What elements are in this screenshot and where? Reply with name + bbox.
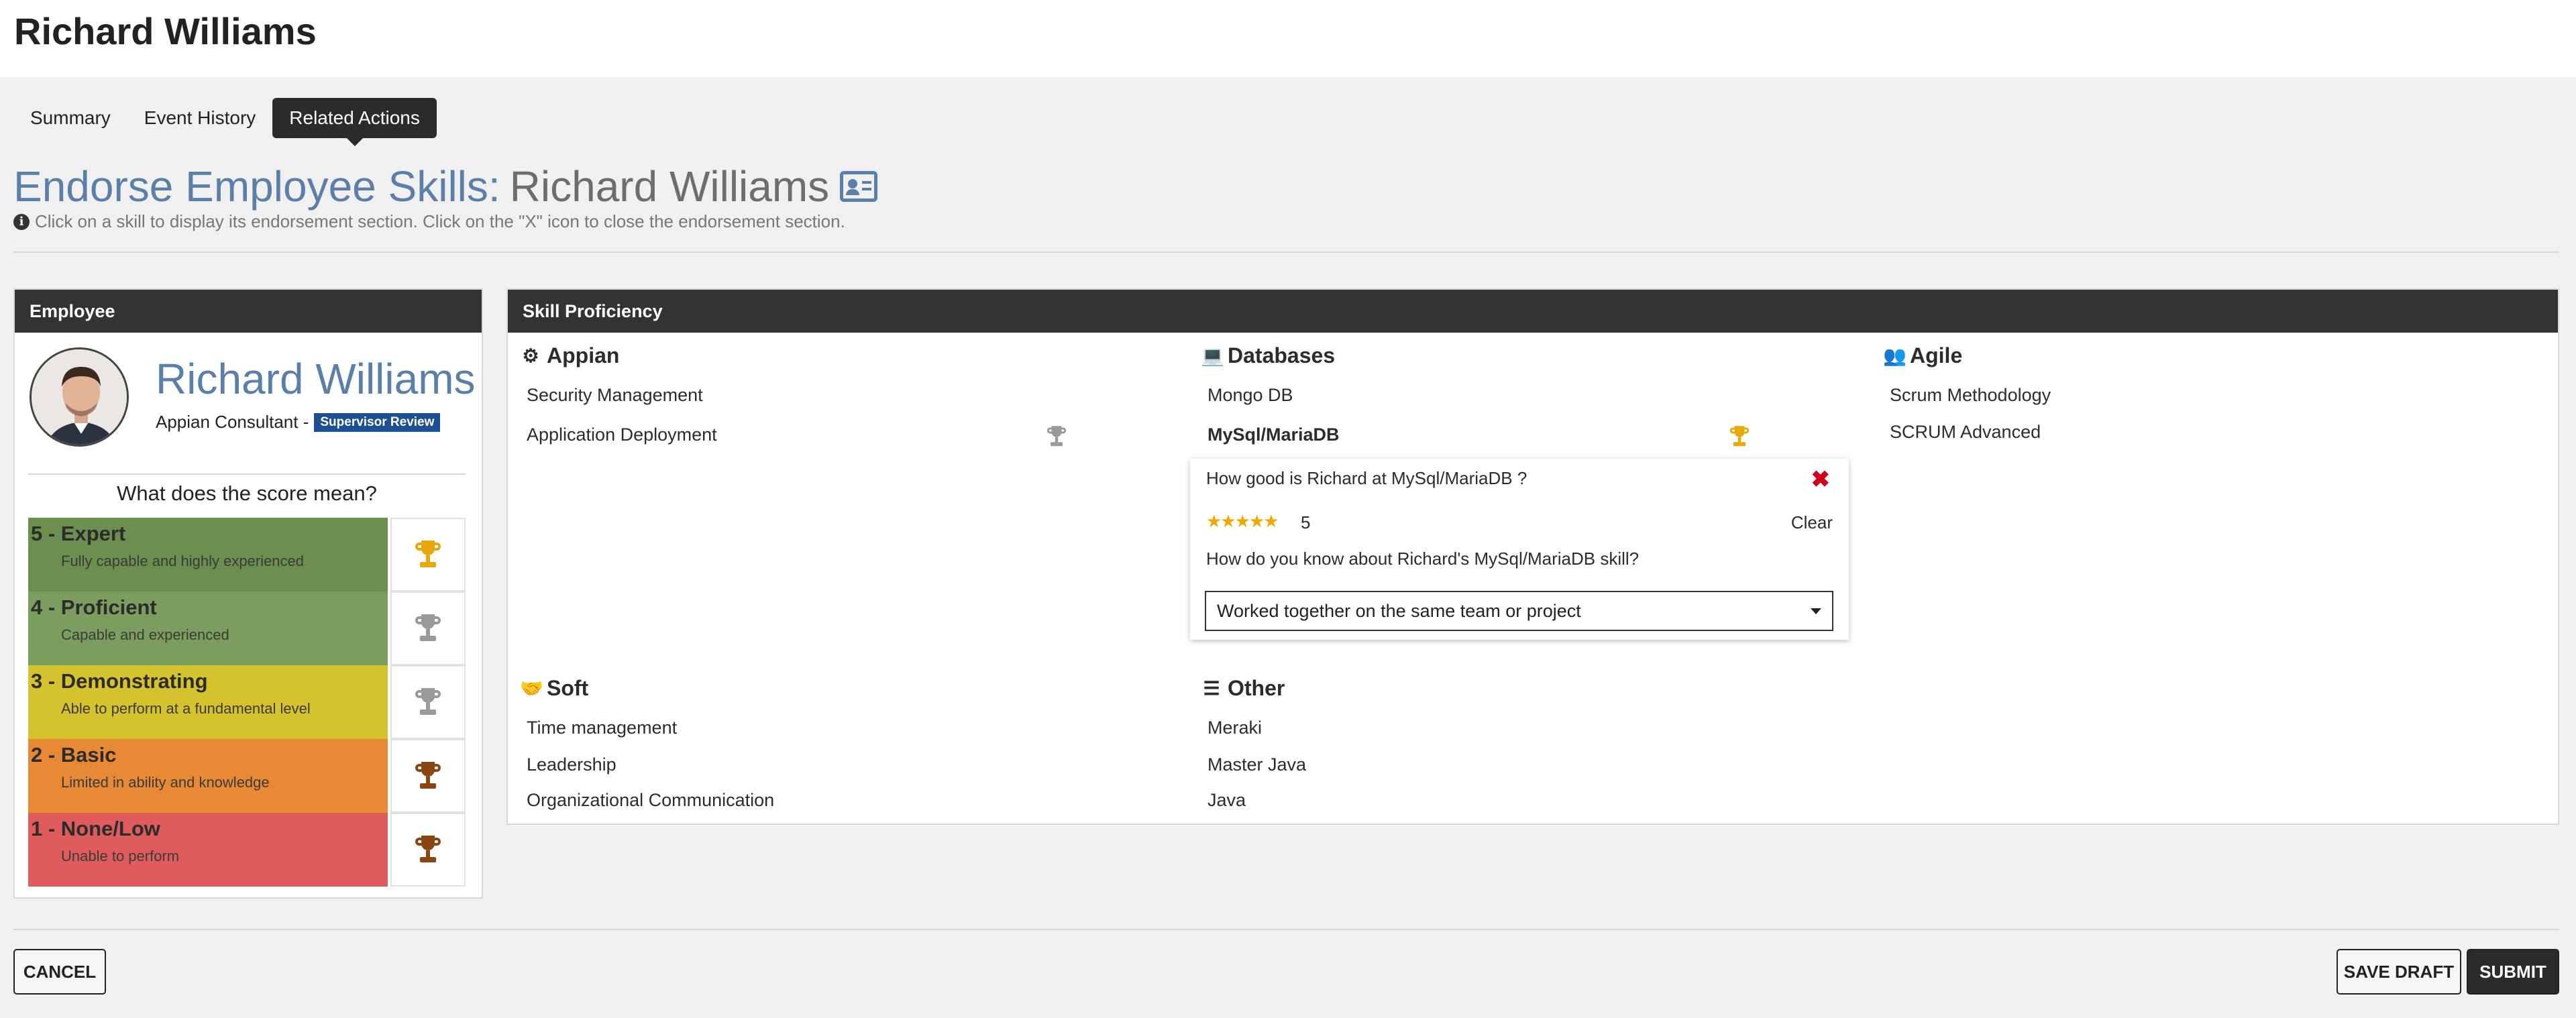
- level-row: 2 - Basic Limited in ability and knowled…: [28, 739, 466, 813]
- skill-mongo-db[interactable]: Mongo DB: [1208, 385, 1293, 406]
- page-title: Richard Williams: [14, 10, 317, 52]
- level-label: 5 - Expert Fully capable and highly expe…: [28, 518, 388, 591]
- skill-application-deployment[interactable]: Application Deployment: [527, 425, 717, 445]
- level-row: 5 - Expert Fully capable and highly expe…: [28, 518, 466, 591]
- employee-name: Richard Williams: [156, 355, 476, 403]
- trophy-icon: [415, 688, 441, 716]
- category-other: ☰ Other: [1201, 676, 1285, 701]
- trophy-icon: [415, 614, 441, 642]
- level-label: 2 - Basic Limited in ability and knowled…: [28, 739, 388, 813]
- level-title: 5 - Expert: [31, 522, 126, 545]
- info-icon: i: [13, 213, 30, 230]
- page-heading: Endorse Employee Skills: Richard William…: [13, 161, 878, 212]
- level-label: 1 - None/Low Unable to perform: [28, 813, 388, 887]
- relationship-dropdown[interactable]: Worked together on the same team or proj…: [1205, 591, 1833, 631]
- category-title: Appian: [547, 343, 620, 367]
- category-title: Other: [1228, 676, 1285, 700]
- tab-summary[interactable]: Summary: [13, 98, 127, 138]
- relationship-question: How do you know about Richard's MySql/Ma…: [1206, 549, 1640, 569]
- heading-name: Richard Williams: [509, 162, 830, 211]
- level-trophy: [390, 665, 466, 739]
- category-databases: 💻 Databases: [1201, 343, 1335, 368]
- category-title: Soft: [547, 676, 589, 700]
- level-trophy: [390, 518, 466, 591]
- skill-security-management[interactable]: Security Management: [527, 385, 703, 406]
- trophy-icon: [1043, 422, 1070, 451]
- category-title: Agile: [1910, 343, 1963, 367]
- category-agile: 👥 Agile: [1883, 343, 1962, 368]
- close-icon[interactable]: ✖: [1811, 468, 1831, 491]
- trophy-icon: [415, 762, 441, 790]
- level-label: 3 - Demonstrating Able to perform at a f…: [28, 665, 388, 739]
- footer-divider: [13, 929, 2559, 930]
- tab-event-history[interactable]: Event History: [127, 98, 273, 138]
- handshake-icon: 🤝: [520, 678, 543, 699]
- relationship-selected: Worked together on the same team or proj…: [1217, 601, 1581, 621]
- trophy-icon: [1726, 422, 1753, 451]
- category-appian: ⚙ Appian: [520, 343, 619, 368]
- cancel-button[interactable]: Cancel: [13, 949, 106, 995]
- submit-button[interactable]: Submit: [2467, 949, 2559, 995]
- heading-accent: Endorse Employee Skills:: [13, 162, 500, 211]
- level-title: 1 - None/Low: [31, 817, 160, 840]
- level-label: 4 - Proficient Capable and experienced: [28, 591, 388, 665]
- id-card-icon: [840, 171, 878, 202]
- score-meaning-title: What does the score mean?: [28, 473, 466, 506]
- level-desc: Unable to perform: [61, 848, 180, 864]
- skill-java[interactable]: Java: [1208, 790, 1246, 811]
- laptop-icon: 💻: [1201, 345, 1224, 366]
- record-tabs: Summary Event History Related Actions: [13, 98, 437, 146]
- level-desc: Limited in ability and knowledge: [61, 774, 270, 791]
- trophy-icon: [415, 836, 441, 864]
- category-title: Databases: [1228, 343, 1336, 367]
- level-trophy: [390, 739, 466, 813]
- skill-leadership[interactable]: Leadership: [527, 754, 616, 775]
- skill-panel-header: Skill Proficiency: [508, 290, 2558, 333]
- skill-master-java[interactable]: Master Java: [1208, 754, 1306, 775]
- level-desc: Fully capable and highly experienced: [61, 553, 305, 569]
- skill-mysql-mariadb[interactable]: MySql/MariaDB: [1208, 425, 1340, 445]
- rating-value: 5: [1301, 512, 1311, 532]
- score-levels: 5 - Expert Fully capable and highly expe…: [28, 518, 466, 887]
- instructions: i Click on a skill to display its endors…: [13, 211, 845, 232]
- instructions-text: Click on a skill to display its endorsem…: [35, 211, 845, 231]
- skill-meraki[interactable]: Meraki: [1208, 718, 1262, 738]
- skill-scrum-advanced[interactable]: SCRUM Advanced: [1890, 422, 2041, 443]
- users-icon: 👥: [1883, 345, 1907, 366]
- title-bar: Richard Williams: [0, 0, 2576, 77]
- star-rating[interactable]: ★★★★★: [1206, 511, 1279, 532]
- skill-scrum-methodology[interactable]: Scrum Methodology: [1890, 385, 2051, 406]
- employee-role: Appian Consultant - Supervisor Review: [156, 412, 441, 433]
- level-trophy: [390, 591, 466, 665]
- level-desc: Able to perform at a fundamental level: [61, 700, 311, 717]
- employee-panel: Employee Richard Williams Appian Consult…: [13, 288, 483, 899]
- employee-panel-header: Employee: [15, 290, 482, 333]
- save-draft-button[interactable]: Save Draft: [2337, 949, 2461, 995]
- level-desc: Capable and experienced: [61, 626, 229, 643]
- endorsement-section: How good is Richard at MySql/MariaDB ? ✖…: [1190, 459, 1849, 640]
- clear-rating-link[interactable]: Clear: [1791, 512, 1833, 533]
- level-title: 4 - Proficient: [31, 596, 157, 619]
- trophy-icon: [415, 541, 441, 569]
- proficiency-question: How good is Richard at MySql/MariaDB ?: [1206, 468, 1527, 488]
- avatar: [30, 347, 129, 447]
- category-soft: 🤝 Soft: [520, 676, 588, 701]
- skill-proficiency-panel: Skill Proficiency ⚙ Appian Security Mana…: [506, 288, 2559, 825]
- caret-down-icon: [1811, 608, 1821, 614]
- level-row: 4 - Proficient Capable and experienced: [28, 591, 466, 665]
- sliders-icon: ☰: [1203, 678, 1220, 699]
- level-title: 2 - Basic: [31, 743, 117, 767]
- skill-organizational-communication[interactable]: Organizational Communication: [527, 790, 774, 811]
- level-trophy: [390, 813, 466, 887]
- supervisor-review-badge: Supervisor Review: [314, 412, 441, 432]
- divider: [13, 251, 2559, 253]
- cogs-icon: ⚙: [522, 345, 539, 366]
- skill-time-management[interactable]: Time management: [527, 718, 677, 738]
- level-title: 3 - Demonstrating: [31, 669, 208, 693]
- level-row: 3 - Demonstrating Able to perform at a f…: [28, 665, 466, 739]
- employee-role-text: Appian Consultant -: [156, 412, 309, 432]
- level-row: 1 - None/Low Unable to perform: [28, 813, 466, 887]
- tab-related-actions[interactable]: Related Actions: [272, 98, 437, 146]
